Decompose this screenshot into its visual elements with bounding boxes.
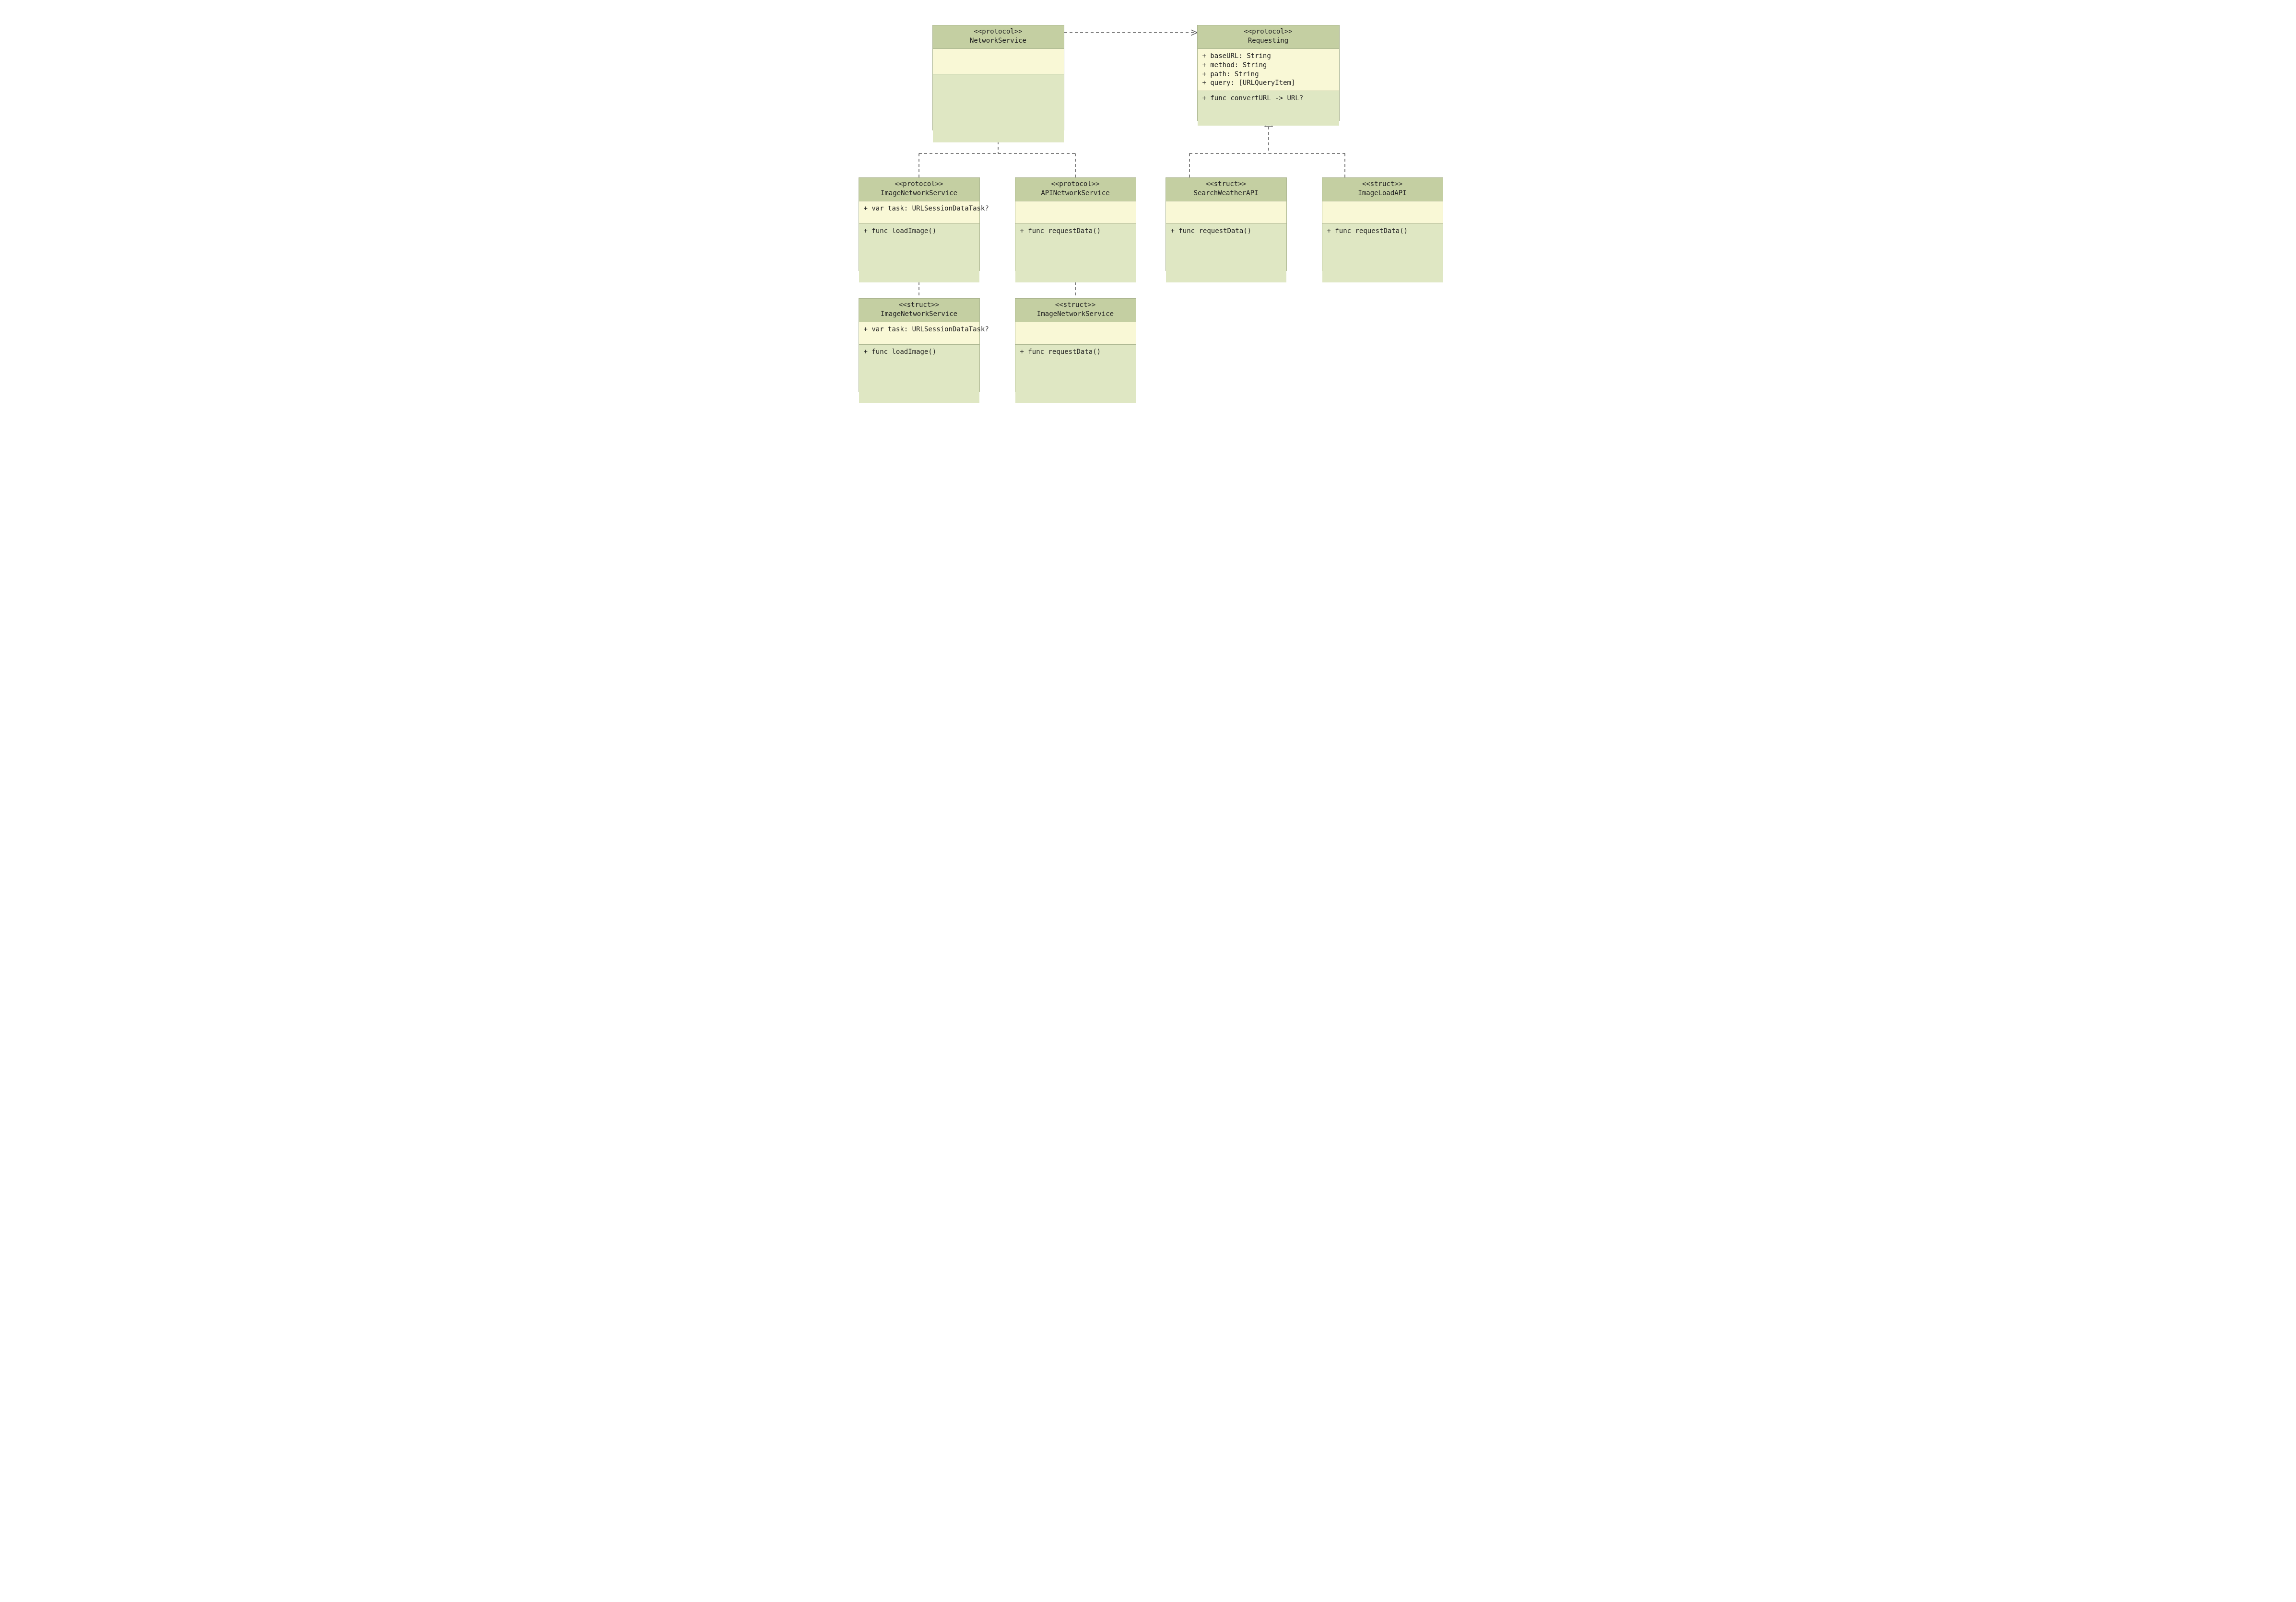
ops: + func convertURL -> URL?	[1198, 91, 1339, 126]
ops: + func requestData()	[1015, 345, 1136, 403]
class-name: APINetworkService	[1018, 189, 1133, 198]
attr: + query: [URLQueryItem]	[1202, 79, 1334, 88]
op: + func requestData()	[1020, 348, 1131, 357]
class-name: SearchWeatherAPI	[1169, 189, 1283, 198]
edge-req-realize-stem	[1189, 127, 1345, 177]
op: + func loadImage()	[864, 227, 975, 236]
stereo: <<struct>>	[1325, 180, 1440, 189]
class-requesting: <<protocol>> Requesting + baseURL: Strin…	[1197, 25, 1340, 121]
class-imagenetworkservice-protocol: <<protocol>> ImageNetworkService + var t…	[859, 177, 980, 271]
attr: + var task: URLSessionDataTask?	[864, 325, 975, 334]
attrs	[1015, 201, 1136, 224]
class-name: ImageNetworkService	[862, 189, 977, 198]
op: + func convertURL -> URL?	[1202, 94, 1334, 103]
edge-ns-realize-stem	[919, 136, 1075, 177]
class-name: NetworkService	[936, 36, 1061, 46]
attr: + path: String	[1202, 70, 1334, 79]
class-networkservice: <<protocol>> NetworkService	[932, 25, 1064, 130]
stereo: <<struct>>	[1169, 180, 1283, 189]
stereo: <<protocol>>	[1018, 180, 1133, 189]
ops: + func requestData()	[1166, 224, 1286, 282]
class-name: ImageNetworkService	[862, 310, 977, 319]
uml-canvas: <<protocol>> NetworkService <<protocol>>…	[841, 0, 1455, 429]
class-name: Requesting	[1201, 36, 1336, 46]
ops	[933, 74, 1064, 142]
attrs: + var task: URLSessionDataTask?	[859, 322, 979, 345]
class-apinetworkservice-protocol: <<protocol>> APINetworkService + func re…	[1015, 177, 1136, 271]
class-name: ImageLoadAPI	[1325, 189, 1440, 198]
ops: + func requestData()	[1322, 224, 1443, 282]
class-searchweatherapi: <<struct>> SearchWeatherAPI + func reque…	[1166, 177, 1287, 271]
op: + func requestData()	[1327, 227, 1438, 236]
attr: + baseURL: String	[1202, 52, 1334, 61]
ops: + func loadImage()	[859, 345, 979, 403]
class-imagenetworkservice-struct: <<struct>> ImageNetworkService + var tas…	[859, 298, 980, 392]
attrs: + baseURL: String + method: String + pat…	[1198, 49, 1339, 92]
stereo: <<protocol>>	[862, 180, 977, 189]
attr: + method: String	[1202, 61, 1334, 70]
stereo: <<protocol>>	[936, 27, 1061, 36]
class-imageloadapi: <<struct>> ImageLoadAPI + func requestDa…	[1322, 177, 1443, 271]
attr: + var task: URLSessionDataTask?	[864, 204, 975, 213]
class-api-imagenetworkservice-struct: <<struct>> ImageNetworkService + func re…	[1015, 298, 1136, 392]
attrs	[1166, 201, 1286, 224]
attrs	[1322, 201, 1443, 224]
op: + func loadImage()	[864, 348, 975, 357]
stereo: <<struct>>	[862, 301, 977, 310]
stereo: <<protocol>>	[1201, 27, 1336, 36]
attrs	[1015, 322, 1136, 345]
attrs: + var task: URLSessionDataTask?	[859, 201, 979, 224]
stereo: <<struct>>	[1018, 301, 1133, 310]
op: + func requestData()	[1171, 227, 1282, 236]
ops: + func requestData()	[1015, 224, 1136, 282]
op: + func requestData()	[1020, 227, 1131, 236]
attrs	[933, 49, 1064, 74]
ops: + func loadImage()	[859, 224, 979, 282]
class-name: ImageNetworkService	[1018, 310, 1133, 319]
